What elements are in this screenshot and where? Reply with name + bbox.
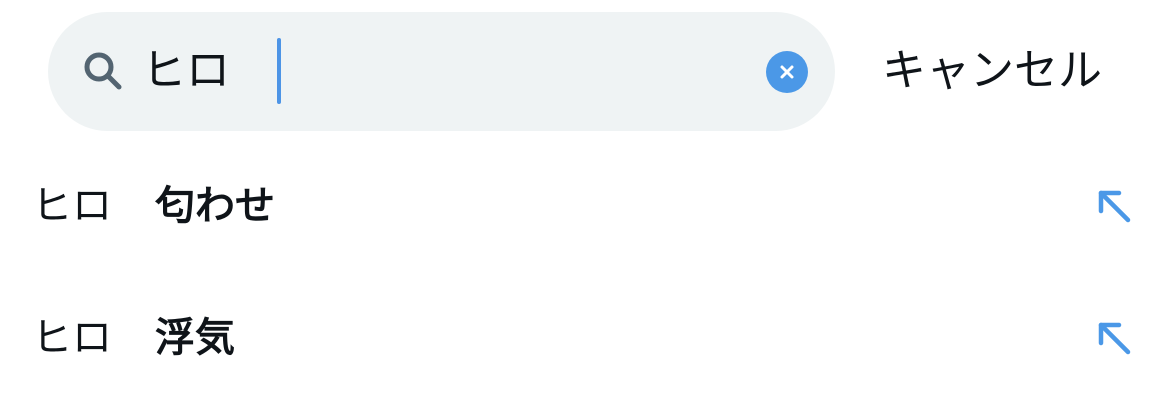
clear-icon [780, 65, 794, 79]
suggestion-term: 浮気 [155, 315, 235, 361]
arrow-up-left-icon[interactable] [1094, 318, 1134, 358]
search-input[interactable]: ヒロ [142, 40, 230, 102]
suggestion-term: 匂わせ [155, 183, 275, 229]
suggestion-prefix: ヒロ [32, 315, 112, 361]
text-cursor [277, 38, 281, 104]
clear-search-button[interactable] [766, 51, 808, 93]
search-bar: ヒロ キャンセル [0, 0, 1170, 146]
cancel-button[interactable]: キャンセル [882, 40, 1102, 102]
suggestion-prefix: ヒロ [32, 183, 112, 229]
suggestion-item[interactable]: ヒロ 匂わせ [0, 140, 1170, 272]
suggestion-item[interactable]: ヒロ 浮気 [0, 272, 1170, 404]
search-icon [84, 52, 122, 90]
arrow-up-left-icon[interactable] [1094, 186, 1134, 226]
